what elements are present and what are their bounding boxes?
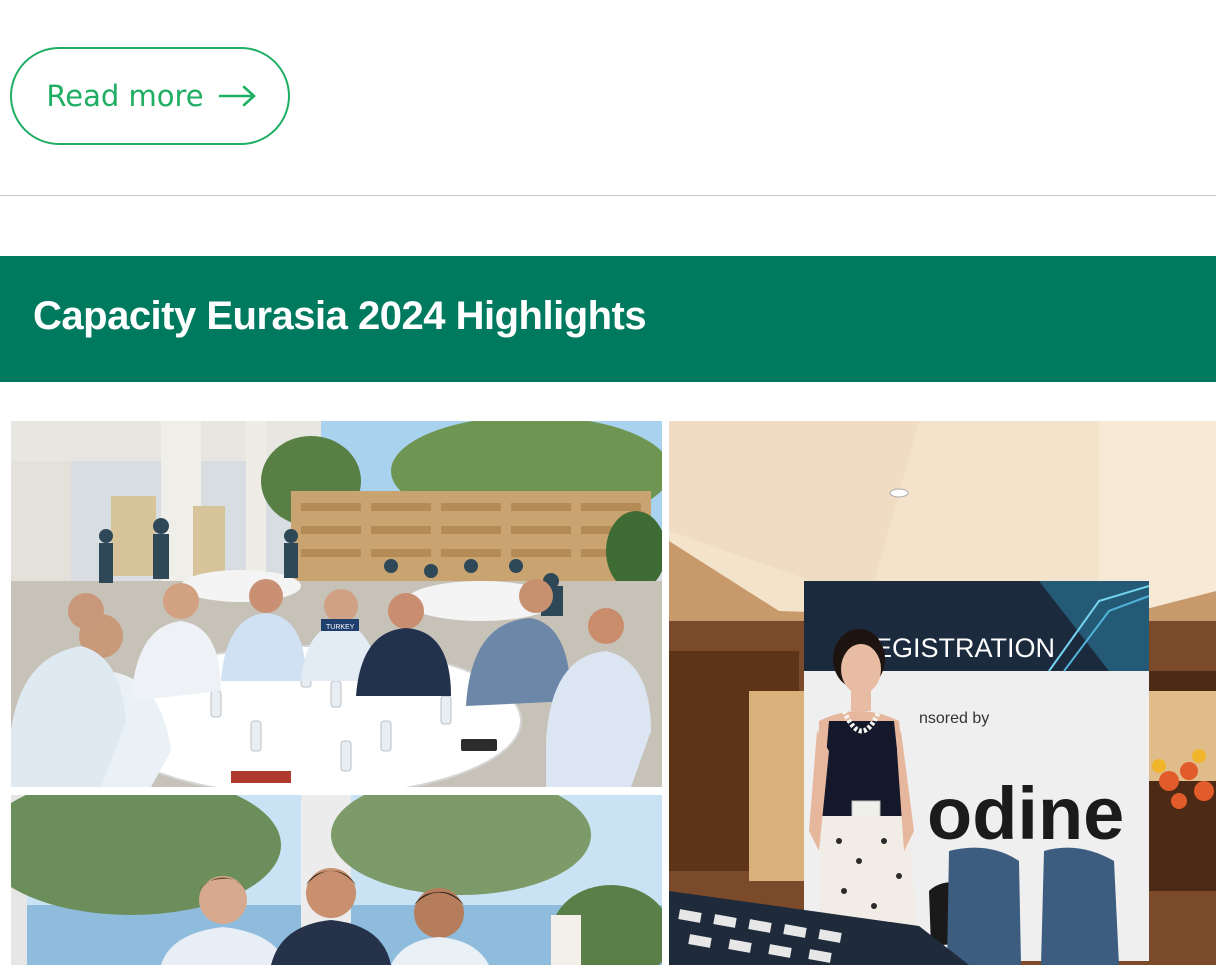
section-divider xyxy=(0,195,1216,196)
turkey-badge-text: TURKEY xyxy=(326,624,355,631)
photo-group-outdoors xyxy=(11,795,662,965)
registration-sign-sponsor-name: odine xyxy=(927,772,1124,855)
registration-sign-sponsor-line: nsored by xyxy=(919,710,989,727)
photo-registration-desk: EGISTRATION nsored by odine xyxy=(669,421,1216,965)
section-title: Capacity Eurasia 2024 Highlights xyxy=(33,294,647,338)
photo-roundtable-meeting: TURKEY xyxy=(11,421,662,787)
read-more-label: Read more xyxy=(46,79,204,113)
page: Read more Capacity Eurasia 2024 Highligh… xyxy=(0,0,1216,965)
registration-sign-heading: EGISTRATION xyxy=(874,633,1055,663)
read-more-button[interactable]: Read more xyxy=(10,47,290,145)
section-banner: Capacity Eurasia 2024 Highlights xyxy=(0,256,1216,382)
arrow-right-icon xyxy=(218,84,258,108)
